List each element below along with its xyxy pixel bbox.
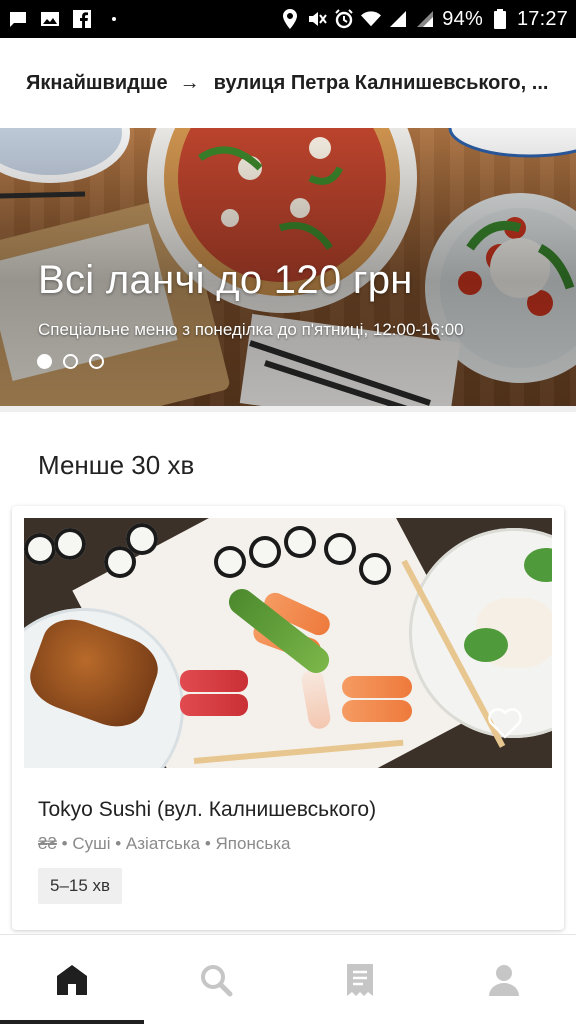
- section-title: Менше 30 хв: [38, 450, 195, 480]
- nav-home[interactable]: [0, 935, 144, 1024]
- restaurant-categories: • Суші • Азіатська • Японська: [61, 834, 291, 853]
- photo-roll-2: [249, 536, 281, 568]
- nav-orders[interactable]: [288, 935, 432, 1024]
- receipt-icon: [347, 963, 373, 996]
- message-icon: [8, 10, 28, 28]
- photo-roll-7: [54, 528, 86, 560]
- carousel-dot-1[interactable]: [37, 354, 52, 369]
- restaurant-card[interactable]: Tokyo Sushi (вул. Калнишевського) ₴₴ • С…: [12, 506, 564, 930]
- photo-roll-3: [284, 526, 316, 558]
- restaurant-meta: ₴₴ • Суші • Азіатська • Японська: [38, 834, 290, 854]
- restaurant-name[interactable]: Tokyo Sushi (вул. Калнишевського): [38, 798, 376, 822]
- delivery-address-bar[interactable]: Якнайшвидше → вулиця Петра Калнишевськог…: [0, 38, 576, 128]
- photo-roll-4: [324, 533, 356, 565]
- user-icon: [489, 964, 519, 996]
- price-level: ₴₴: [38, 834, 57, 853]
- home-icon: [57, 964, 87, 995]
- mute-icon: [307, 10, 328, 28]
- heart-outline-icon[interactable]: [486, 706, 524, 740]
- wifi-icon: [361, 10, 382, 28]
- status-bar: 94% 17:27: [0, 0, 576, 38]
- banner-title: Всі ланчі до 120 грн: [38, 258, 413, 302]
- facebook-icon: [72, 10, 92, 28]
- signal-icon-2: [415, 10, 435, 28]
- image-icon: [40, 10, 60, 28]
- photo-roll-6: [24, 533, 56, 565]
- clock: 17:27: [516, 7, 568, 30]
- arrow-right-icon: →: [179, 71, 200, 94]
- nav-account[interactable]: [432, 935, 576, 1024]
- restaurant-photo[interactable]: [24, 518, 552, 768]
- carousel-indicator[interactable]: [37, 354, 104, 369]
- signal-icon: [388, 10, 408, 28]
- photo-roll-1: [214, 546, 246, 578]
- photo-nigiri-4: [342, 700, 412, 722]
- dot-icon: [104, 10, 124, 28]
- photo-roll-9: [126, 523, 158, 555]
- banner-subtitle: Спеціальне меню з понеділка до п'ятниці,…: [38, 320, 464, 339]
- carousel-dot-2[interactable]: [63, 354, 78, 369]
- promo-banner[interactable]: Всі ланчі до 120 грн Спеціальне меню з п…: [0, 128, 576, 406]
- delivery-time-badge: 5–15 хв: [38, 868, 123, 904]
- section-divider: [0, 406, 576, 412]
- location-icon: [280, 9, 300, 29]
- search-icon: [201, 964, 233, 996]
- photo-roll-5: [359, 553, 391, 585]
- delivery-time-label[interactable]: Якнайшвидше: [26, 72, 168, 95]
- delivery-address-label[interactable]: вулиця Петра Калнишевського, ...: [214, 72, 550, 95]
- carousel-dot-3[interactable]: [89, 354, 104, 369]
- photo-nigiri-5: [180, 670, 248, 692]
- photo-nigiri-6: [180, 694, 248, 716]
- battery-icon: [490, 9, 510, 29]
- photo-nigiri-3: [342, 676, 412, 698]
- nav-search[interactable]: [144, 935, 288, 1024]
- battery-percent: 94%: [442, 7, 483, 30]
- photo-greens-1: [464, 628, 508, 662]
- alarm-icon: [334, 9, 354, 29]
- bottom-navigation: [0, 934, 576, 1024]
